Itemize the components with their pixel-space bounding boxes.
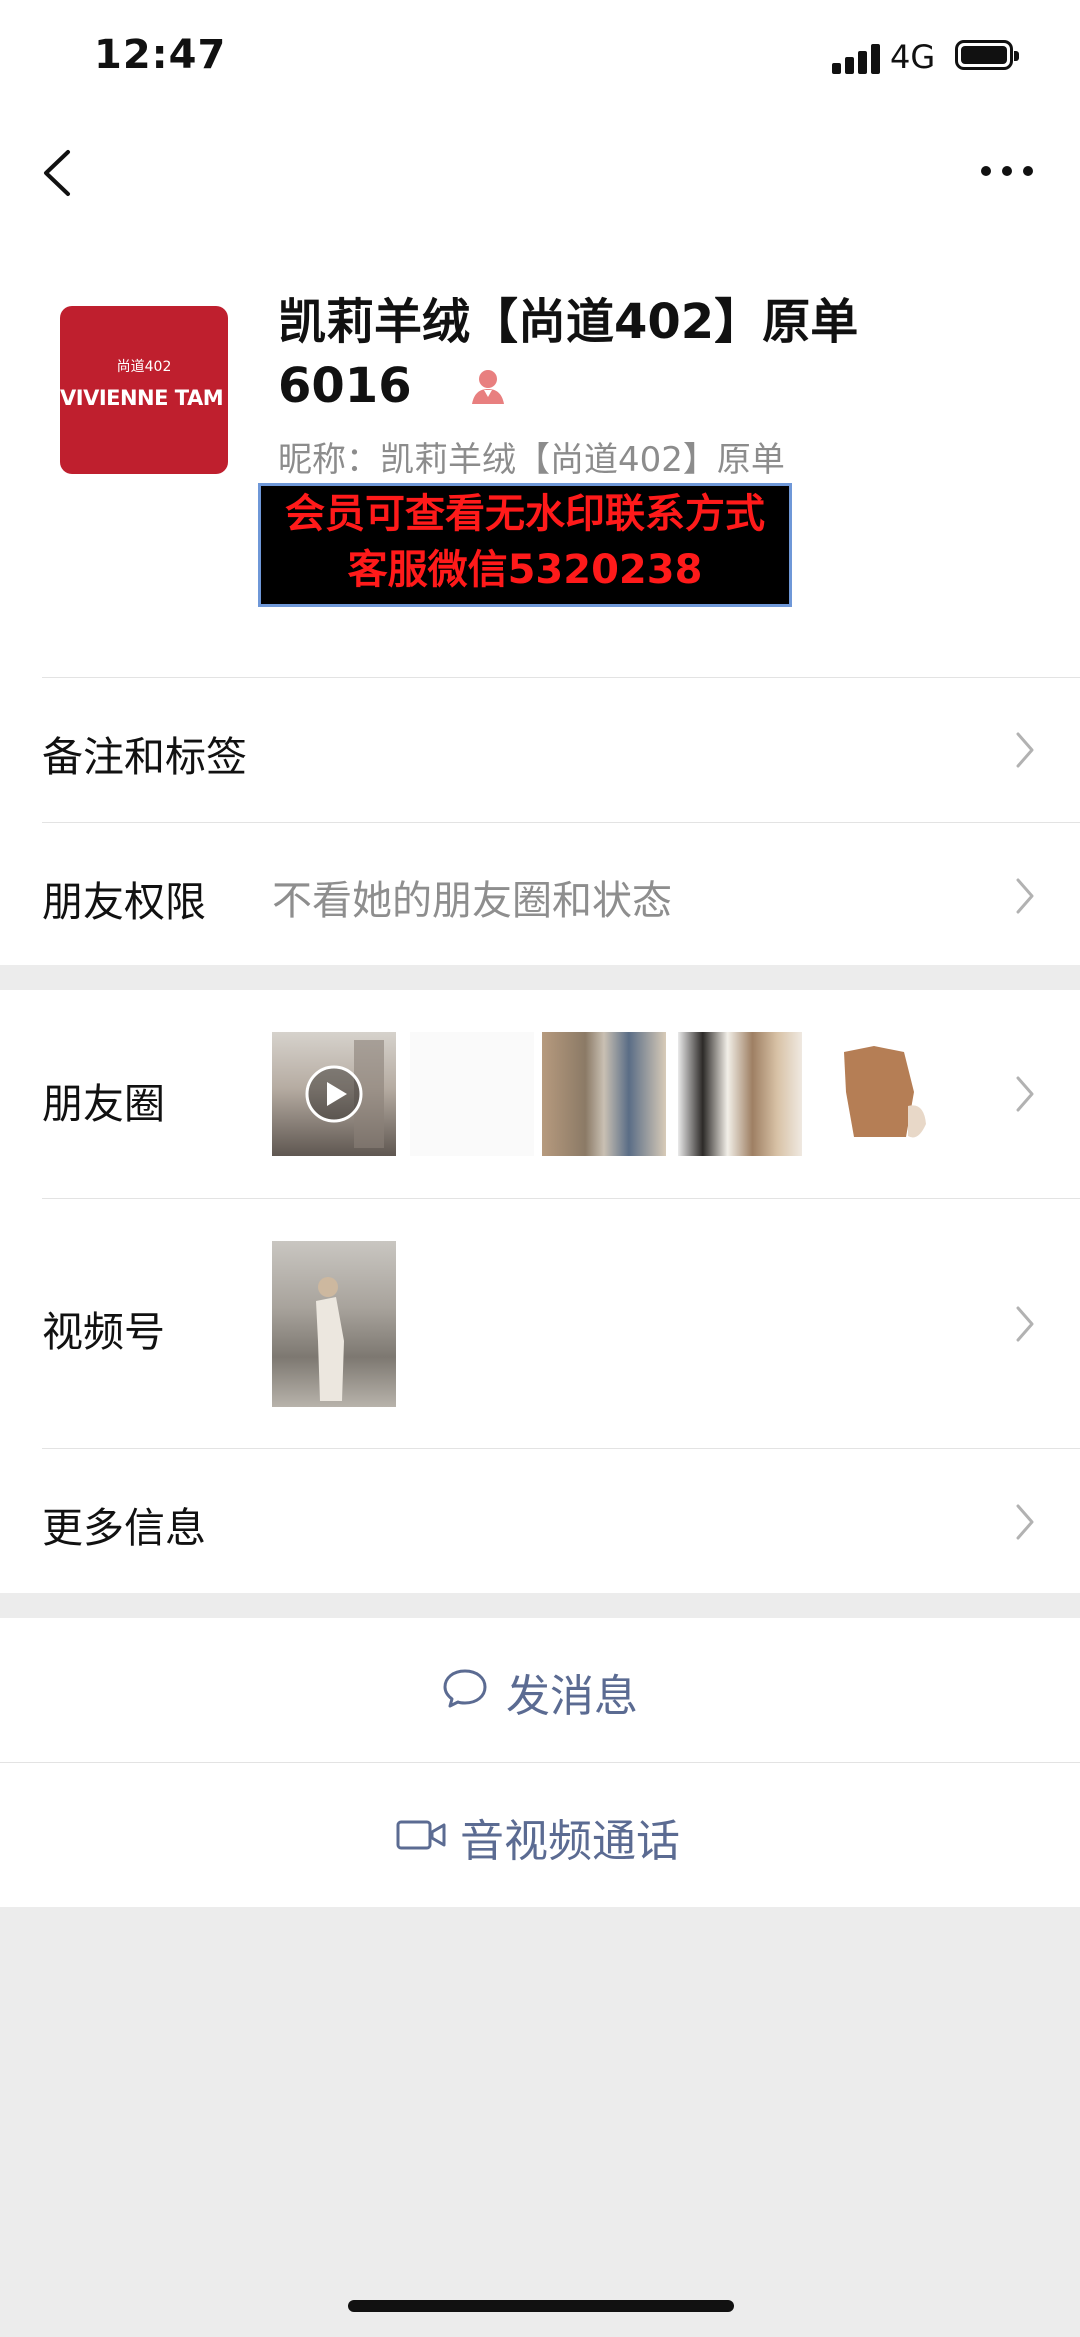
contact-name-line2: 6016	[278, 358, 412, 414]
contact-nickname: 昵称：凯莉羊绒【尚道402】原单	[278, 440, 785, 480]
row-remark-label: 备注和标签	[42, 733, 247, 781]
send-message-label: 发消息	[506, 1671, 638, 1722]
chevron-right-icon	[1016, 1076, 1034, 1112]
status-time: 12:47	[94, 32, 227, 78]
network-type: 4G	[890, 38, 936, 76]
home-indicator	[348, 2300, 734, 2312]
chevron-right-icon	[1016, 878, 1034, 914]
chat-bubble-icon	[443, 1669, 487, 1708]
chevron-right-icon	[1016, 1504, 1034, 1540]
battery-icon	[955, 40, 1019, 70]
chevron-right-icon	[1016, 1306, 1034, 1342]
avatar-brand-text: VIVIENNE TAM	[60, 386, 224, 410]
chevron-right-icon	[1016, 732, 1034, 768]
more-dots-icon[interactable]	[980, 156, 1034, 186]
back-chevron-icon[interactable]	[38, 148, 78, 198]
sweater-image	[844, 1046, 926, 1138]
row-moments-label: 朋友圈	[42, 1080, 165, 1128]
signal-icon	[832, 44, 880, 74]
contact-name-line1: 凯莉羊绒【尚道402】原单	[278, 294, 859, 350]
watermark-line1: 会员可查看无水印联系方式	[285, 491, 765, 537]
contact-name-line2-row: 6016	[278, 354, 968, 418]
watermark-banner: 会员可查看无水印联系方式 客服微信5320238	[258, 483, 792, 607]
avatar[interactable]: 尚道402 VIVIENNE TAM	[60, 306, 228, 474]
person-image	[316, 1277, 344, 1401]
channels-thumbnail	[272, 1241, 396, 1407]
contact-name: 凯莉羊绒【尚道402】原单 6016	[278, 290, 968, 418]
watermark-line2: 客服微信5320238	[347, 547, 703, 593]
row-permission-value: 不看她的朋友圈和状态	[272, 878, 672, 924]
play-icon	[305, 1040, 384, 1148]
row-more-info-label: 更多信息	[42, 1504, 206, 1552]
avatar-small-text: 尚道402	[116, 359, 172, 375]
row-permission-label: 朋友权限	[42, 878, 206, 926]
moments-thumbnail	[272, 1032, 396, 1156]
video-call-label: 音视频通话	[460, 1816, 680, 1867]
moments-thumbnail	[410, 1032, 534, 1156]
female-gender-icon	[472, 370, 505, 404]
video-camera-icon	[396, 1820, 446, 1850]
moments-thumbnail	[678, 1032, 802, 1156]
moments-thumbnail	[814, 1032, 938, 1156]
moments-thumbnail	[542, 1032, 666, 1156]
row-channels-label: 视频号	[42, 1308, 165, 1356]
